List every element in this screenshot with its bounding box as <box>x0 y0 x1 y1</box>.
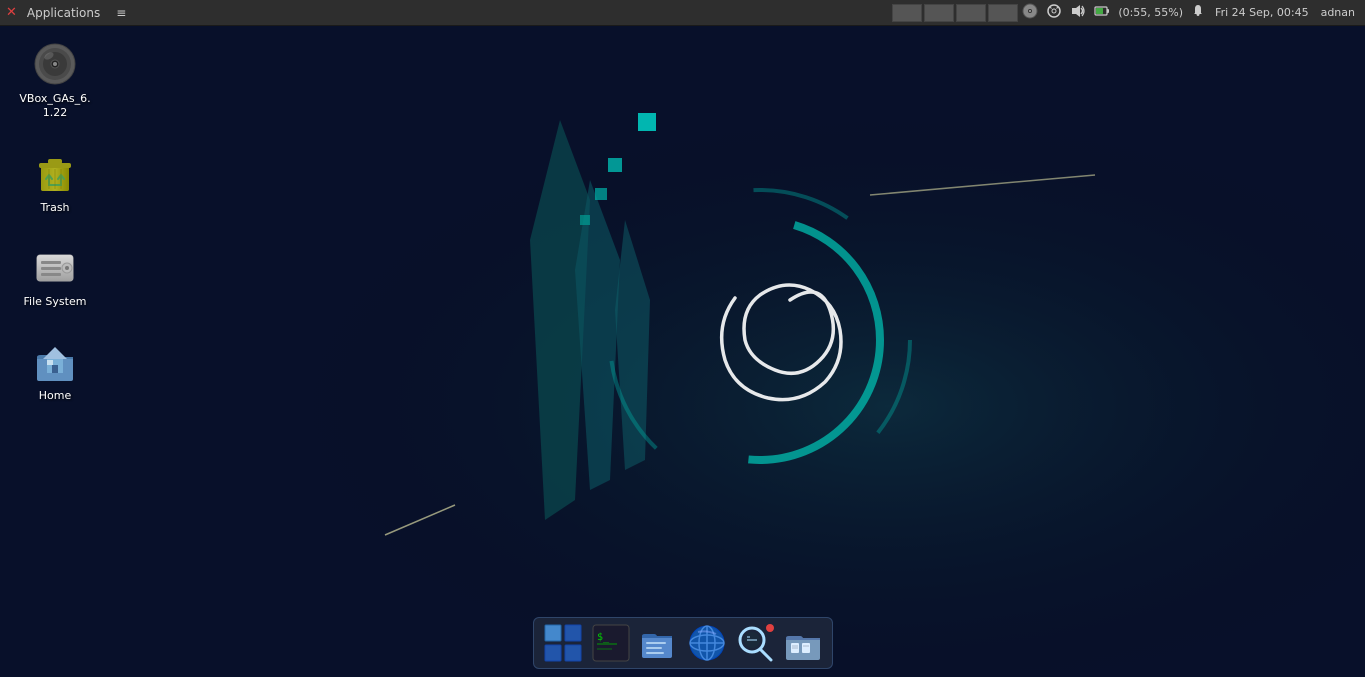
dock-files[interactable] <box>636 620 682 666</box>
username: adnan <box>1317 6 1359 19</box>
battery-text: (0:55, 55%) <box>1116 5 1185 20</box>
filesystem-label: File System <box>24 295 87 309</box>
home-icon[interactable]: Home <box>10 333 100 407</box>
vbox-label: VBox_GAs_6.1.22 <box>19 92 90 121</box>
clipboard-tray-icon[interactable] <box>1044 2 1064 23</box>
workspace-button-2[interactable] <box>924 4 954 22</box>
xfce-icon: ✕ <box>6 5 17 20</box>
menu-separator: ≡ <box>110 6 132 20</box>
menubar: ✕ Applications ≡ <box>0 0 1365 26</box>
system-tray: (0:55, 55%) Fri 24 Sep, 00:45 adnan <box>1020 2 1359 23</box>
notification-dot <box>766 624 774 632</box>
filesystem-image <box>31 243 79 291</box>
vbox-image <box>31 40 79 88</box>
workspace-button-1[interactable] <box>892 4 922 22</box>
trash-icon[interactable]: Trash <box>10 145 100 219</box>
home-label: Home <box>39 389 71 403</box>
desktop-icons: VBox_GAs_6.1.22 <box>10 36 100 407</box>
dock-workspace-switcher[interactable] <box>540 620 586 666</box>
applications-menu[interactable]: Applications <box>21 6 106 20</box>
desktop: VBox_GAs_6.1.22 <box>0 0 1365 677</box>
clock: Fri 24 Sep, 00:45 <box>1211 6 1313 19</box>
audio-tray-icon[interactable] <box>1068 2 1088 23</box>
svg-text:$_: $_ <box>597 632 610 643</box>
trash-label: Trash <box>40 201 69 215</box>
dock-browser[interactable] <box>684 620 730 666</box>
home-image <box>31 337 79 385</box>
dock-file-manager[interactable] <box>780 620 826 666</box>
taskbar: $_ <box>533 617 833 669</box>
trash-image <box>31 149 79 197</box>
filesystem-icon[interactable]: File System <box>10 239 100 313</box>
workspace-button-4[interactable] <box>988 4 1018 22</box>
workspace-button-3[interactable] <box>956 4 986 22</box>
menubar-right: (0:55, 55%) Fri 24 Sep, 00:45 adnan <box>892 2 1365 23</box>
cd-tray-icon[interactable] <box>1020 2 1040 23</box>
dock-search[interactable] <box>732 620 778 666</box>
vbox-icon[interactable]: VBox_GAs_6.1.22 <box>10 36 100 125</box>
battery-tray-icon[interactable] <box>1092 2 1112 23</box>
dock-terminal[interactable]: $_ <box>588 620 634 666</box>
menubar-left: ✕ Applications ≡ <box>0 5 132 20</box>
notification-bell-icon[interactable] <box>1189 3 1207 22</box>
